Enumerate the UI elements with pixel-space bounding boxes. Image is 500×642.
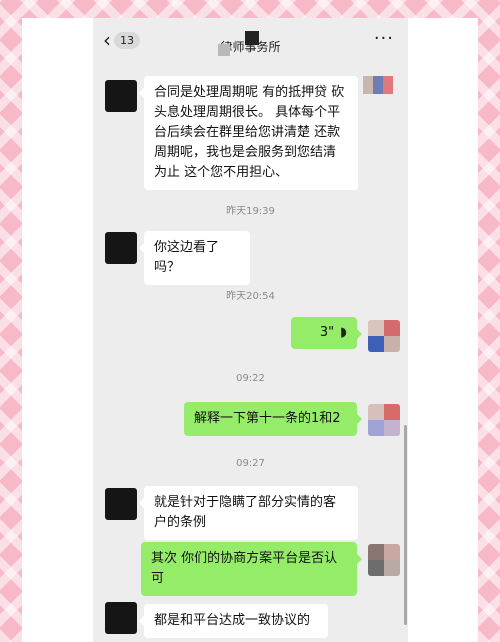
message-bubble-sent[interactable]: 其次 你们的协商方案平台是否认可 — [141, 542, 362, 596]
message-bubble-received[interactable]: 合同是处理周期呢 有的抵押贷 砍头息处理周期很长。 具体每个平台后续会在群里给您… — [139, 76, 358, 190]
avatar[interactable] — [105, 232, 137, 264]
avatar[interactable] — [105, 602, 137, 634]
voice-message-bubble[interactable]: 3" ◗ — [291, 317, 362, 349]
timestamp: 昨天19:39 — [226, 206, 275, 217]
message-bubble-received[interactable]: 就是针对于隐瞒了部分实情的客户的条例 — [139, 486, 358, 540]
timestamp: 09:27 — [236, 458, 265, 469]
chat-screen: ‹ 13 律师事务所 ··· 合同是处理周期呢 有的抵押贷 砍头息处理周期很长。… — [93, 18, 408, 642]
chat-scrollbar[interactable] — [404, 425, 407, 625]
partial-avatar — [363, 76, 393, 94]
chat-header: ‹ 13 律师事务所 ··· — [93, 18, 408, 64]
avatar[interactable] — [368, 404, 400, 436]
message-bubble-sent[interactable]: 解释一下第十一条的1和2 — [184, 402, 362, 436]
avatar[interactable] — [105, 488, 137, 520]
voice-duration: 3" — [319, 325, 335, 340]
message-bubble-received[interactable]: 你这边看了吗？ — [139, 231, 250, 285]
timestamp: 09:22 — [236, 373, 265, 384]
timestamp: 昨天20:54 — [226, 291, 275, 302]
title-redaction-block-2 — [218, 44, 230, 56]
avatar[interactable] — [368, 544, 400, 576]
message-bubble-received[interactable]: 都是和平台达成一致协议的 — [139, 604, 328, 638]
avatar[interactable] — [368, 320, 400, 352]
more-dots-icon[interactable]: ··· — [374, 28, 394, 49]
voice-wave-icon: ◗ — [340, 325, 347, 340]
avatar[interactable] — [105, 80, 137, 112]
title-redaction-block — [245, 31, 259, 45]
